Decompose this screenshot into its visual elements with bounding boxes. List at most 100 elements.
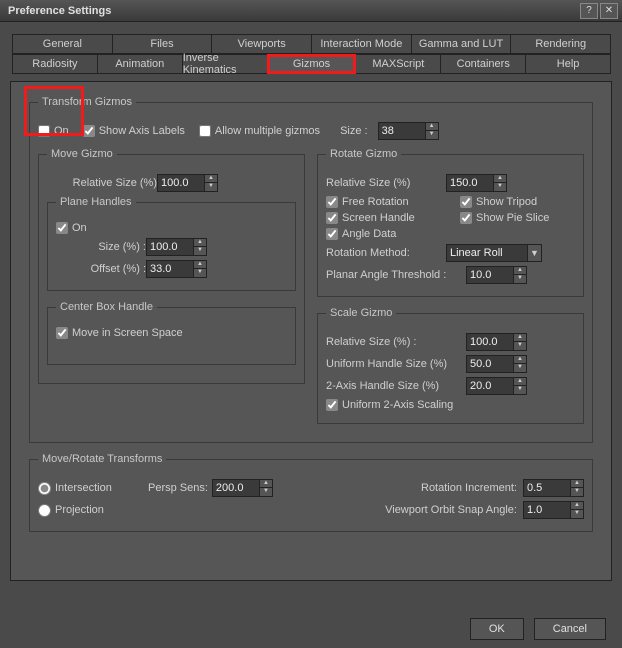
spin-down-icon[interactable]: ▼ (194, 269, 206, 277)
radio-intersection[interactable]: Intersection (38, 482, 138, 495)
checkbox-show-tripod-input[interactable] (460, 196, 472, 208)
spinner-move-relsize[interactable]: ▲▼ (157, 174, 218, 192)
tab-general[interactable]: General (12, 34, 113, 54)
spinner-rotation-increment-input[interactable] (524, 480, 570, 496)
spinner-persp-sens-input[interactable] (213, 480, 259, 496)
tab-help[interactable]: Help (525, 54, 611, 74)
radio-projection-input[interactable] (38, 504, 51, 517)
checkbox-screen-handle-input[interactable] (326, 212, 338, 224)
spinner-viewport-orbit-input[interactable] (524, 502, 570, 518)
tab-radiosity[interactable]: Radiosity (12, 54, 98, 74)
tab-inverse-kinematics[interactable]: Inverse Kinematics (182, 54, 268, 74)
tab-maxscript[interactable]: MAXScript (355, 54, 441, 74)
label-viewport-orbit: Viewport Orbit Snap Angle: (385, 504, 517, 516)
spin-up-icon[interactable]: ▲ (571, 502, 583, 510)
checkbox-on[interactable]: On (38, 125, 69, 137)
spin-up-icon[interactable]: ▲ (514, 267, 526, 275)
tab-animation[interactable]: Animation (97, 54, 183, 74)
spinner-plane-size-input[interactable] (147, 239, 193, 255)
spinner-rotation-increment[interactable]: ▲▼ (523, 479, 584, 497)
checkbox-show-axis-labels-input[interactable] (83, 125, 95, 137)
spin-up-icon[interactable]: ▲ (571, 480, 583, 488)
spin-up-icon[interactable]: ▲ (514, 378, 526, 386)
spin-down-icon[interactable]: ▼ (514, 275, 526, 283)
spin-up-icon[interactable]: ▲ (205, 175, 217, 183)
spinner-viewport-orbit[interactable]: ▲▼ (523, 501, 584, 519)
spinner-plane-size[interactable]: ▲▼ (146, 238, 207, 256)
spinner-plane-offset[interactable]: ▲▼ (146, 260, 207, 278)
spin-down-icon[interactable]: ▼ (571, 510, 583, 518)
tab-interaction-mode[interactable]: Interaction Mode (311, 34, 412, 54)
label-rotation-increment: Rotation Increment: (421, 482, 517, 494)
checkbox-uniform-2axis[interactable]: Uniform 2-Axis Scaling (326, 399, 453, 411)
spinner-scale-relsize-input[interactable] (467, 334, 513, 350)
checkbox-screen-handle[interactable]: Screen Handle (326, 212, 446, 224)
checkbox-plane-on[interactable]: On (56, 222, 87, 234)
titlebar: Preference Settings ? ✕ (0, 0, 622, 22)
spinner-size[interactable]: ▲▼ (378, 122, 439, 140)
spinner-size-input[interactable] (379, 123, 425, 139)
spinner-2axis-handle-input[interactable] (467, 378, 513, 394)
checkbox-angle-data-input[interactable] (326, 228, 338, 240)
checkbox-move-in-screen-space-input[interactable] (56, 327, 68, 339)
tab-containers[interactable]: Containers (440, 54, 526, 74)
tab-files[interactable]: Files (112, 34, 213, 54)
spinner-move-relsize-input[interactable] (158, 175, 204, 191)
spinner-scale-relsize[interactable]: ▲▼ (466, 333, 527, 351)
spin-down-icon[interactable]: ▼ (571, 488, 583, 496)
checkbox-free-rotation-input[interactable] (326, 196, 338, 208)
spin-down-icon[interactable]: ▼ (194, 247, 206, 255)
spin-down-icon[interactable]: ▼ (514, 364, 526, 372)
spin-up-icon[interactable]: ▲ (260, 480, 272, 488)
spin-up-icon[interactable]: ▲ (194, 261, 206, 269)
spinner-rotate-relsize[interactable]: ▲▼ (446, 174, 507, 192)
spin-down-icon[interactable]: ▼ (514, 386, 526, 394)
tab-rendering[interactable]: Rendering (510, 34, 611, 54)
checkbox-allow-multiple-gizmos[interactable]: Allow multiple gizmos (199, 125, 320, 137)
checkbox-uniform-2axis-input[interactable] (326, 399, 338, 411)
combo-rotation-method-input[interactable] (447, 245, 527, 261)
radio-intersection-input[interactable] (38, 482, 51, 495)
spinner-persp-sens[interactable]: ▲▼ (212, 479, 273, 497)
spinner-planar-threshold[interactable]: ▲▼ (466, 266, 527, 284)
legend-scale-gizmo: Scale Gizmo (326, 307, 396, 319)
help-button[interactable]: ? (580, 3, 598, 19)
ok-button[interactable]: OK (470, 618, 524, 640)
label-persp-sens: Persp Sens: (148, 482, 208, 494)
spinner-2axis-handle[interactable]: ▲▼ (466, 377, 527, 395)
spin-down-icon[interactable]: ▼ (426, 131, 438, 139)
spin-up-icon[interactable]: ▲ (514, 334, 526, 342)
legend-center-box: Center Box Handle (56, 301, 157, 313)
checkbox-show-axis-labels[interactable]: Show Axis Labels (83, 125, 185, 137)
checkbox-show-pie-slice[interactable]: Show Pie Slice (460, 212, 549, 224)
tab-gamma-and-lut[interactable]: Gamma and LUT (411, 34, 512, 54)
tab-gizmos[interactable]: Gizmos (267, 54, 357, 74)
spinner-planar-threshold-input[interactable] (467, 267, 513, 283)
spin-down-icon[interactable]: ▼ (260, 488, 272, 496)
spinner-uniform-handle-input[interactable] (467, 356, 513, 372)
checkbox-on-input[interactable] (38, 125, 50, 137)
chevron-down-icon[interactable]: ▼ (527, 245, 541, 261)
spinner-rotate-relsize-input[interactable] (447, 175, 493, 191)
checkbox-show-tripod[interactable]: Show Tripod (460, 196, 537, 208)
spinner-plane-offset-input[interactable] (147, 261, 193, 277)
cancel-button[interactable]: Cancel (534, 618, 606, 640)
spin-up-icon[interactable]: ▲ (494, 175, 506, 183)
spin-down-icon[interactable]: ▼ (514, 342, 526, 350)
checkbox-show-pie-slice-input[interactable] (460, 212, 472, 224)
spin-up-icon[interactable]: ▲ (194, 239, 206, 247)
close-button[interactable]: ✕ (600, 3, 618, 19)
combo-rotation-method[interactable]: ▼ (446, 244, 542, 262)
radio-projection[interactable]: Projection (38, 504, 138, 517)
checkbox-free-rotation[interactable]: Free Rotation (326, 196, 446, 208)
spin-up-icon[interactable]: ▲ (426, 123, 438, 131)
spin-up-icon[interactable]: ▲ (514, 356, 526, 364)
spin-down-icon[interactable]: ▼ (494, 183, 506, 191)
checkbox-plane-on-input[interactable] (56, 222, 68, 234)
spinner-uniform-handle[interactable]: ▲▼ (466, 355, 527, 373)
spin-down-icon[interactable]: ▼ (205, 183, 217, 191)
checkbox-move-in-screen-space[interactable]: Move in Screen Space (56, 327, 183, 339)
checkbox-allow-multiple-input[interactable] (199, 125, 211, 137)
checkbox-angle-data[interactable]: Angle Data (326, 228, 396, 240)
tab-viewports[interactable]: Viewports (211, 34, 312, 54)
